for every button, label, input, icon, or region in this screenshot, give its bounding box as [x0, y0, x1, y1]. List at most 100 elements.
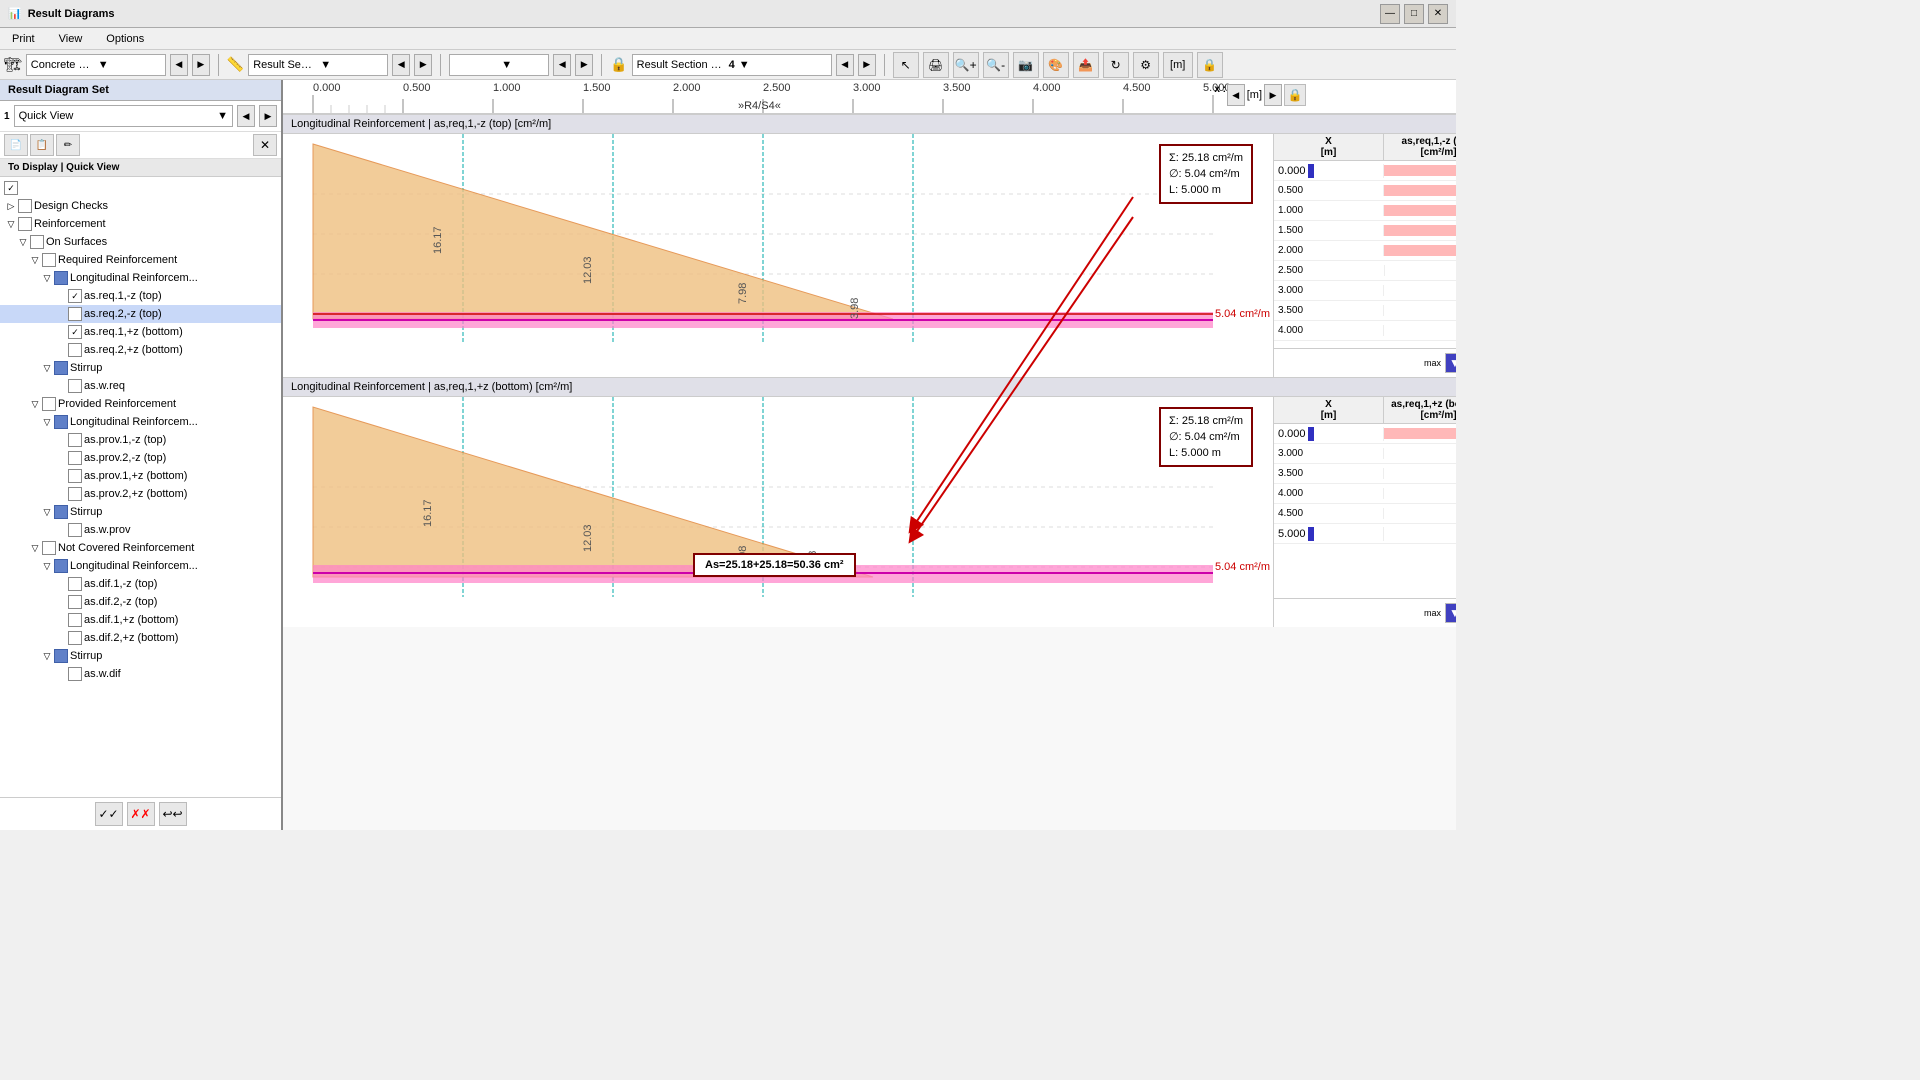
- set-nav-prev[interactable]: ◀: [237, 105, 255, 127]
- tree-item-on-surfaces[interactable]: ▽ On Surfaces: [0, 233, 281, 251]
- tree-item-stirrup-2[interactable]: ▽ Stirrup: [0, 503, 281, 521]
- asw-req-checkbox[interactable]: [68, 379, 82, 393]
- chart-2-canvas[interactable]: 20.41 16.17 12.03 7.98 3.98 5.04 cm²/m Σ…: [313, 397, 1273, 627]
- asprov1-top-cb[interactable]: [68, 433, 82, 447]
- units-lock[interactable]: 🔒: [1284, 84, 1306, 106]
- toggle-stirrup-3[interactable]: ▽: [40, 651, 54, 662]
- toggle-on-surfaces[interactable]: ▽: [16, 237, 30, 248]
- nav-prev-4[interactable]: ◀: [836, 54, 854, 76]
- tree-item-long-reinf-2[interactable]: ▽ Longitudinal Reinforcem...: [0, 413, 281, 431]
- table-row[interactable]: 0.500 16.17: [1274, 181, 1456, 201]
- nav-next-1[interactable]: ▶: [192, 54, 210, 76]
- close-button[interactable]: ✕: [1428, 4, 1448, 24]
- table-row[interactable]: 4.000 0: [1274, 484, 1456, 504]
- ds1-checkbox[interactable]: ✓: [4, 181, 18, 195]
- toggle-provided-reinf[interactable]: ▽: [28, 399, 42, 410]
- tree-item-asreq2-bottom[interactable]: ▷ as.req.2,+z (bottom): [0, 341, 281, 359]
- tree-item-long-reinf-3[interactable]: ▽ Longitudinal Reinforcem...: [0, 557, 281, 575]
- rotate-btn[interactable]: ↻: [1103, 52, 1129, 78]
- minimize-button[interactable]: —: [1380, 4, 1400, 24]
- menu-options[interactable]: Options: [102, 33, 148, 45]
- stirrup-2-box[interactable]: [54, 505, 68, 519]
- tree-item-design-checks[interactable]: ▷ Design Checks: [0, 197, 281, 215]
- tree-item-long-reinf-1[interactable]: ▽ Longitudinal Reinforcem...: [0, 269, 281, 287]
- menu-view[interactable]: View: [55, 33, 87, 45]
- nav-next-4[interactable]: ▶: [858, 54, 876, 76]
- tree-item-not-covered[interactable]: ▽ Not Covered Reinforcement: [0, 539, 281, 557]
- tree-item-provided-reinf[interactable]: ▽ Provided Reinforcement: [0, 395, 281, 413]
- tree-item-asw-req[interactable]: ▷ as.w.req: [0, 377, 281, 395]
- stirrup-1-box[interactable]: [54, 361, 68, 375]
- menu-print[interactable]: Print: [8, 33, 39, 45]
- toggle-reinforcement[interactable]: ▽: [4, 219, 18, 230]
- asreq2-bottom-checkbox[interactable]: [68, 343, 82, 357]
- table-row[interactable]: 3.500 0: [1274, 301, 1456, 321]
- settings-btn[interactable]: ⚙: [1133, 52, 1159, 78]
- design-checks-box[interactable]: [18, 199, 32, 213]
- export-btn[interactable]: 📤: [1073, 52, 1099, 78]
- result-sections-dropdown[interactable]: Result Sections ▼: [248, 54, 388, 76]
- reinforcement-box[interactable]: [18, 217, 32, 231]
- stirrup-3-box[interactable]: [54, 649, 68, 663]
- units-next[interactable]: ▶: [1264, 84, 1282, 106]
- toggle-long-reinf-3[interactable]: ▽: [40, 561, 54, 572]
- asdif1-top-cb[interactable]: [68, 577, 82, 591]
- tree-item-asprov1-top[interactable]: ▷ as.prov.1,-z (top): [0, 431, 281, 449]
- table-row[interactable]: 4.500 0: [1274, 504, 1456, 524]
- toggle-long-reinf-1[interactable]: ▽: [40, 273, 54, 284]
- table-row[interactable]: 5.000 0: [1274, 524, 1456, 544]
- toggle-required-reinf[interactable]: ▽: [28, 255, 42, 266]
- zoom-in-btn[interactable]: 🔍+: [953, 52, 979, 78]
- table-row[interactable]: 2.500 ½: [1274, 261, 1456, 281]
- print-btn[interactable]: 🖨: [923, 52, 949, 78]
- chart-1-canvas[interactable]: 20.41 16.17 12.03 7.98 3.98 5.04 cm²/m Σ…: [313, 134, 1273, 377]
- asprov1-bottom-cb[interactable]: [68, 469, 82, 483]
- nav-next-3[interactable]: ▶: [575, 54, 593, 76]
- long-reinf-1-box[interactable]: [54, 271, 68, 285]
- restore-button[interactable]: □: [1404, 4, 1424, 24]
- required-reinf-box[interactable]: [42, 253, 56, 267]
- not-covered-box[interactable]: [42, 541, 56, 555]
- asw-dif-cb[interactable]: [68, 667, 82, 681]
- set-dropdown[interactable]: Quick View ▼: [14, 105, 233, 127]
- tree-item-asprov2-top[interactable]: ▷ as.prov.2,-z (top): [0, 449, 281, 467]
- toggle-long-reinf-2[interactable]: ▽: [40, 417, 54, 428]
- close-set-btn[interactable]: ✕: [253, 134, 277, 156]
- asdif1-bottom-cb[interactable]: [68, 613, 82, 627]
- color-btn[interactable]: 🎨: [1043, 52, 1069, 78]
- tree-item-asw-prov[interactable]: ▷ as.w.prov: [0, 521, 281, 539]
- asprov2-bottom-cb[interactable]: [68, 487, 82, 501]
- filter-btn-1[interactable]: ▼: [1445, 353, 1456, 373]
- table-row[interactable]: 0.000 20.41: [1274, 424, 1456, 444]
- tree-item-asreq1-top[interactable]: ▷ ✓ as.req.1,-z (top): [0, 287, 281, 305]
- edit-set-btn[interactable]: ✏: [56, 134, 80, 156]
- long-reinf-3-box[interactable]: [54, 559, 68, 573]
- tree-item-asw-dif[interactable]: ▷ as.w.dif: [0, 665, 281, 683]
- tree-item-asdif1-top[interactable]: ▷ as.dif.1,-z (top): [0, 575, 281, 593]
- nav-prev-2[interactable]: ◀: [392, 54, 410, 76]
- asdif2-bottom-cb[interactable]: [68, 631, 82, 645]
- empty-dropdown[interactable]: ▼: [449, 54, 549, 76]
- select-tool-btn[interactable]: ↖: [893, 52, 919, 78]
- tree-item-asreq1-bottom[interactable]: ▷ ✓ as.req.1,+z (bottom): [0, 323, 281, 341]
- tree-item-stirrup-3[interactable]: ▽ Stirrup: [0, 647, 281, 665]
- result-section-no-dropdown[interactable]: Result Section No. 4 ▼: [632, 54, 832, 76]
- long-reinf-2-box[interactable]: [54, 415, 68, 429]
- lock-btn[interactable]: 🔒: [1197, 52, 1223, 78]
- new-set-btn[interactable]: 📄: [4, 134, 28, 156]
- nav-prev-1[interactable]: ◀: [170, 54, 188, 76]
- toggle-design-checks[interactable]: ▷: [4, 201, 18, 212]
- screenshot-btn[interactable]: 📷: [1013, 52, 1039, 78]
- tree-item-asdif2-bottom[interactable]: ▷ as.dif.2,+z (bottom): [0, 629, 281, 647]
- tree-item-asprov1-bottom[interactable]: ▷ as.prov.1,+z (bottom): [0, 467, 281, 485]
- filter-btn-2[interactable]: ▼: [1445, 603, 1456, 623]
- nav-prev-3[interactable]: ◀: [553, 54, 571, 76]
- provided-reinf-box[interactable]: [42, 397, 56, 411]
- tree-item-asreq2-top[interactable]: ▷ as.req.2,-z (top): [0, 305, 281, 323]
- title-bar-controls[interactable]: — □ ✕: [1380, 4, 1448, 24]
- toggle-stirrup-1[interactable]: ▽: [40, 363, 54, 374]
- zoom-out-btn[interactable]: 🔍-: [983, 52, 1009, 78]
- asreq1-top-checkbox[interactable]: ✓: [68, 289, 82, 303]
- clear-all-btn[interactable]: ✗✗: [127, 802, 155, 826]
- units-prev[interactable]: ◀: [1227, 84, 1245, 106]
